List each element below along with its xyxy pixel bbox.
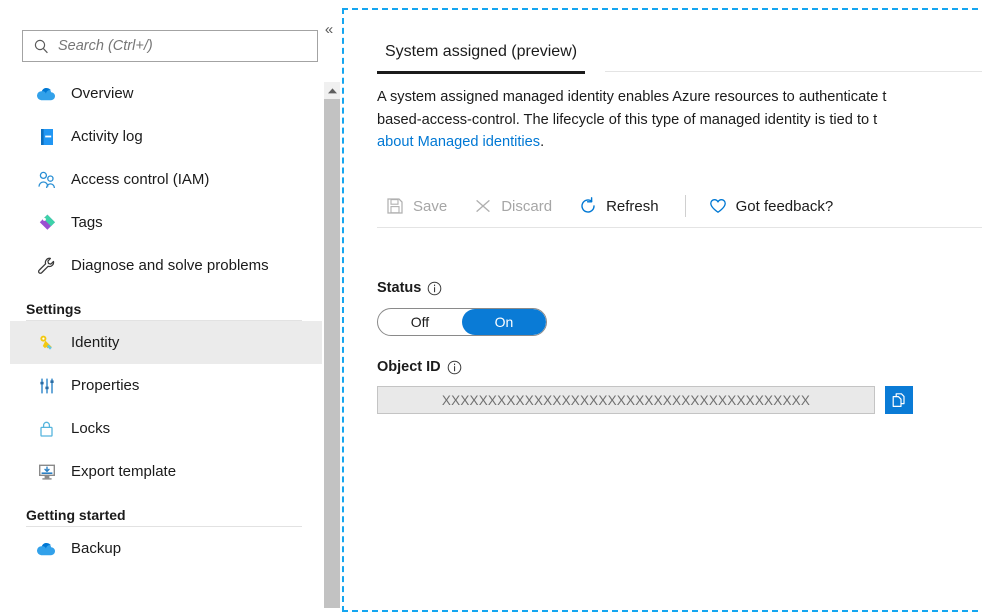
sidebar-item-label: Overview	[71, 85, 134, 102]
sidebar-item-backup[interactable]: Backup	[10, 527, 322, 570]
search-icon	[34, 39, 48, 53]
blade-description: A system assigned managed identity enabl…	[377, 86, 982, 154]
sidebar-item-identity[interactable]: Identity	[10, 321, 322, 364]
search-box[interactable]	[22, 30, 318, 62]
sidebar-scrollbar[interactable]	[324, 82, 340, 608]
sidebar-item-label: Properties	[71, 377, 140, 394]
copy-icon	[892, 392, 905, 407]
discard-button-label: Discard	[501, 197, 553, 215]
discard-button[interactable]: Discard	[465, 189, 560, 223]
sidebar-item-overview[interactable]: Overview	[10, 72, 322, 115]
got-feedback-button-label: Got feedback?	[735, 197, 834, 215]
sidebar-group-label: Getting started	[26, 507, 126, 523]
save-icon	[387, 198, 403, 214]
object-id-input[interactable]	[377, 386, 875, 414]
status-toggle[interactable]: Off On	[377, 308, 547, 336]
people-icon	[38, 171, 56, 188]
sidebar-item-label: Export template	[71, 463, 177, 480]
refresh-icon	[581, 197, 595, 213]
description-text-part1: A system assigned managed identity enabl…	[377, 89, 887, 128]
collapse-menu-icon[interactable]: «	[320, 21, 338, 39]
sidebar-group-label: Settings	[26, 301, 82, 317]
sidebar-item-locks[interactable]: Locks	[10, 407, 322, 450]
sidebar-search-row: «	[0, 0, 342, 70]
sidebar-item-label: Activity log	[71, 128, 143, 145]
info-icon[interactable]	[447, 360, 462, 375]
sidebar-item-export-template[interactable]: Export template	[10, 450, 322, 493]
got-feedback-button[interactable]: Got feedback?	[700, 189, 842, 223]
refresh-button[interactable]: Refresh	[570, 189, 667, 223]
description-text-part2: .	[540, 134, 545, 150]
tab-strip: System assigned (preview)	[377, 32, 982, 76]
object-id-row	[377, 386, 913, 414]
sidebar-item-label: Access control (IAM)	[71, 171, 210, 188]
status-toggle-off[interactable]: Off	[378, 309, 462, 335]
lock-icon	[40, 421, 53, 437]
heart-icon	[709, 199, 726, 213]
scroll-up-arrow-icon[interactable]	[324, 82, 340, 99]
status-label: Status	[377, 280, 422, 296]
sidebar-item-label: Identity	[71, 334, 120, 351]
sidebar-item-tags[interactable]: Tags	[10, 201, 322, 244]
cloud-icon	[36, 87, 56, 100]
object-id-label: Object ID	[377, 359, 441, 375]
sidebar-group-settings: Settings	[10, 287, 302, 320]
sidebar-item-label: Backup	[71, 540, 122, 557]
status-label-row: Status	[377, 280, 442, 296]
identity-blade-content: System assigned (preview) A system assig…	[344, 10, 982, 608]
command-toolbar: Save Discard Refresh Got feedback?	[377, 186, 982, 226]
sidebar-item-properties[interactable]: Properties	[10, 364, 322, 407]
scrollbar-thumb[interactable]	[324, 99, 340, 608]
key-icon	[40, 335, 52, 350]
sidebar-item-label: Tags	[71, 214, 103, 231]
sidebar-item-label: Locks	[71, 420, 111, 437]
book-icon	[41, 128, 53, 145]
search-input[interactable]	[58, 38, 298, 54]
toolbar-separator	[684, 195, 686, 217]
tag-icon	[39, 214, 55, 230]
object-id-label-row: Object ID	[377, 359, 462, 375]
save-button[interactable]: Save	[377, 189, 455, 223]
status-toggle-on[interactable]: On	[462, 309, 546, 335]
tab-strip-underline	[605, 71, 982, 72]
refresh-button-label: Refresh	[606, 197, 659, 215]
toolbar-divider	[377, 227, 982, 228]
info-icon[interactable]	[427, 281, 442, 296]
managed-identities-link[interactable]: about Managed identities	[377, 134, 540, 150]
sidebar-item-label: Diagnose and solve problems	[71, 257, 269, 274]
tab-system-assigned[interactable]: System assigned (preview)	[377, 32, 586, 74]
save-button-label: Save	[413, 197, 448, 215]
discard-icon	[476, 199, 491, 213]
sidebar-nav-list: Overview Activity log Access control (IAM)…	[0, 72, 324, 608]
export-icon	[39, 464, 55, 480]
chevron-up-icon	[327, 87, 337, 93]
copy-to-clipboard-button[interactable]	[885, 386, 913, 414]
sidebar-group-getting-started: Getting started	[10, 493, 302, 526]
sidebar-item-diagnose-and-solve-problems[interactable]: Diagnose and solve problems	[10, 244, 322, 287]
wrench-icon	[38, 257, 55, 274]
resource-menu-sidebar: « Overview Activity log Access control (IA…	[0, 0, 342, 608]
sliders-icon	[40, 378, 54, 393]
sidebar-item-access-control-iam[interactable]: Access control (IAM)	[10, 158, 322, 201]
sidebar-item-activity-log[interactable]: Activity log	[10, 115, 322, 158]
cloud-icon	[36, 542, 56, 555]
